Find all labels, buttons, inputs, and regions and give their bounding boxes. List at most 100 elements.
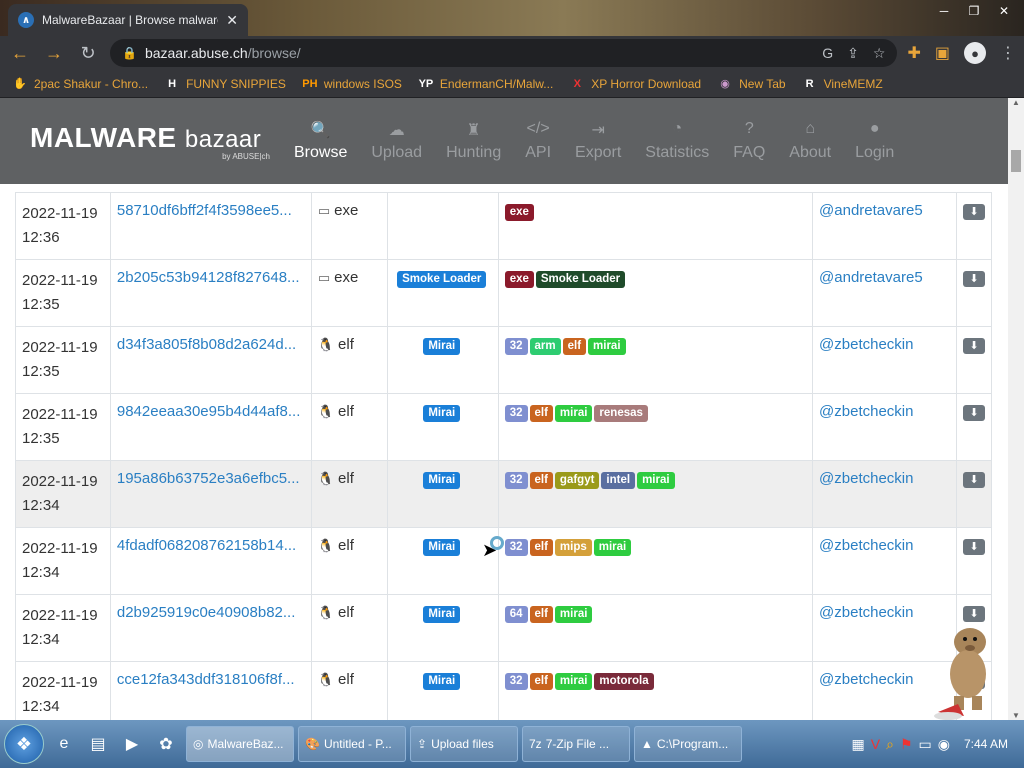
- tag-badge[interactable]: mirai: [593, 539, 632, 556]
- scroll-up-icon[interactable]: ▲: [1008, 98, 1024, 107]
- download-icon[interactable]: ⬇: [962, 405, 985, 421]
- table-row[interactable]: 2022-11-19 12:34 4fdadf068208762158b14... 🐧…: [15, 527, 993, 595]
- tag-badge[interactable]: 32: [504, 405, 528, 422]
- tag-badge[interactable]: exe: [504, 271, 534, 288]
- taskbar-task[interactable]: ▲ C:\Program...: [634, 726, 742, 762]
- signature-badge[interactable]: Mirai: [423, 539, 461, 556]
- bookmark-item[interactable]: YP EndermanCH/Malw...: [418, 76, 554, 92]
- share-icon[interactable]: ⇪: [847, 45, 859, 62]
- reporter-link[interactable]: @zbetcheckin: [819, 470, 913, 487]
- close-icon[interactable]: ✕: [990, 2, 1018, 20]
- tray-network-icon[interactable]: ▭: [919, 736, 932, 753]
- explorer-folder-icon[interactable]: ▤: [84, 730, 112, 758]
- taskbar-task[interactable]: ⇪ Upload files: [410, 726, 518, 762]
- ie-icon[interactable]: e: [50, 730, 78, 758]
- back-icon[interactable]: ←: [8, 43, 32, 64]
- tag-badge[interactable]: 64: [504, 606, 528, 623]
- bookmark-item[interactable]: PH windows ISOS: [302, 76, 402, 92]
- bookmark-item[interactable]: ✋ 2pac Shakur - Chro...: [12, 76, 148, 92]
- tag-badge[interactable]: elf: [529, 472, 553, 489]
- reporter-link[interactable]: @andretavare5: [819, 202, 923, 219]
- sha256-link[interactable]: 58710df6bff2f4f3598ee5...: [117, 202, 292, 219]
- profile-avatar-icon[interactable]: ●: [964, 42, 986, 64]
- table-row[interactable]: 2022-11-19 12:35 9842eeaa30e95b4d44af8... 🐧…: [15, 393, 993, 461]
- site-logo[interactable]: MALWARE bazaar by ABUSE|ch: [0, 122, 282, 161]
- tag-badge[interactable]: 32: [504, 472, 528, 489]
- taskbar-task[interactable]: ◎ MalwareBaz...: [186, 726, 294, 762]
- nav-item-faq[interactable]: ? FAQ: [721, 120, 777, 162]
- table-row[interactable]: 2022-11-19 12:35 d34f3a805f8b08d2a624d... 🐧…: [15, 326, 993, 394]
- tag-badge[interactable]: motorola: [594, 673, 654, 690]
- tag-badge[interactable]: elf: [529, 539, 553, 556]
- loading-icon[interactable]: ↻: [76, 43, 100, 64]
- bookmark-item[interactable]: ◉ New Tab: [717, 76, 785, 92]
- browser-tab[interactable]: ∧ MalwareBazaar | Browse malware ✕: [8, 4, 248, 36]
- sha256-link[interactable]: 2b205c53b94128f827648...: [117, 269, 300, 286]
- bookmark-item[interactable]: X XP Horror Download: [569, 76, 702, 92]
- page-scrollbar[interactable]: ▲ ▼: [1008, 98, 1024, 720]
- tag-badge[interactable]: exe: [504, 204, 534, 221]
- taskbar-task[interactable]: 7z 7-Zip File ...: [522, 726, 630, 762]
- signature-badge[interactable]: Mirai: [423, 338, 461, 355]
- download-icon[interactable]: ⬇: [962, 539, 985, 555]
- sha256-link[interactable]: 9842eeaa30e95b4d44af8...: [117, 403, 301, 420]
- tag-badge[interactable]: 32: [504, 338, 528, 355]
- tray-volume-icon[interactable]: ◉: [938, 736, 950, 753]
- tag-badge[interactable]: elf: [562, 338, 587, 355]
- menu-icon[interactable]: ⋮: [1000, 43, 1016, 63]
- nav-item-upload[interactable]: ☁ Upload: [359, 120, 434, 162]
- tag-badge[interactable]: mirai: [554, 405, 593, 422]
- signature-badge[interactable]: Mirai: [423, 405, 461, 422]
- table-row[interactable]: 2022-11-19 12:36 58710df6bff2f4f3598ee5...…: [15, 192, 993, 260]
- tag-badge[interactable]: Smoke Loader: [535, 271, 626, 288]
- taskbar-clock[interactable]: 7:44 AM: [956, 737, 1020, 751]
- tray-flag-icon[interactable]: ⚑: [900, 736, 913, 753]
- google-icon[interactable]: G: [822, 45, 833, 62]
- tray-v-icon[interactable]: V: [871, 736, 880, 752]
- signature-badge[interactable]: Mirai: [423, 472, 461, 489]
- tag-badge[interactable]: mirai: [554, 673, 593, 690]
- download-icon[interactable]: ⬇: [962, 338, 985, 354]
- restore-icon[interactable]: ❐: [960, 2, 988, 20]
- tag-badge[interactable]: arm: [529, 338, 561, 355]
- signature-badge[interactable]: Smoke Loader: [397, 271, 487, 288]
- tag-badge[interactable]: elf: [529, 673, 553, 690]
- tab-close-icon[interactable]: ✕: [226, 12, 238, 29]
- reporter-link[interactable]: @zbetcheckin: [819, 604, 913, 621]
- signature-badge[interactable]: Mirai: [423, 673, 461, 690]
- star-icon[interactable]: ☆: [873, 45, 886, 62]
- bookmark-item[interactable]: R VineMEMZ: [802, 76, 883, 92]
- nav-item-hunting[interactable]: ♜ Hunting: [434, 120, 513, 162]
- download-icon[interactable]: ⬇: [962, 271, 985, 287]
- sidepanel-icon[interactable]: ▣: [935, 43, 950, 63]
- reporter-link[interactable]: @zbetcheckin: [819, 537, 913, 554]
- tag-badge[interactable]: mirai: [554, 606, 593, 623]
- scrollbar-thumb[interactable]: [1011, 150, 1021, 172]
- paint-quick-icon[interactable]: ✿: [152, 730, 180, 758]
- tag-badge[interactable]: 32: [504, 539, 528, 556]
- tray-search-icon[interactable]: ⌕: [886, 736, 894, 753]
- sha256-link[interactable]: d34f3a805f8b08d2a624d...: [117, 336, 296, 353]
- tag-badge[interactable]: elf: [529, 606, 553, 623]
- start-button-icon[interactable]: ❖: [4, 724, 44, 764]
- table-row[interactable]: 2022-11-19 12:34 cce12fa343ddf318106f8f...…: [15, 661, 993, 720]
- reporter-link[interactable]: @zbetcheckin: [819, 671, 913, 688]
- tag-badge[interactable]: elf: [529, 405, 553, 422]
- reporter-link[interactable]: @zbetcheckin: [819, 403, 913, 420]
- extensions-icon[interactable]: ✚: [907, 43, 920, 63]
- sha256-link[interactable]: cce12fa343ddf318106f8f...: [117, 671, 295, 688]
- tag-badge[interactable]: gafgyt: [554, 472, 600, 489]
- bookmark-item[interactable]: H FUNNY SNIPPIES: [164, 76, 286, 92]
- sha256-link[interactable]: 4fdadf068208762158b14...: [117, 537, 296, 554]
- nav-item-login[interactable]: ● Login: [843, 120, 906, 162]
- tag-badge[interactable]: mirai: [588, 338, 626, 355]
- download-icon[interactable]: ⬇: [962, 472, 985, 488]
- table-row[interactable]: 2022-11-19 12:35 2b205c53b94128f827648... ▭…: [15, 259, 993, 327]
- table-row[interactable]: 2022-11-19 12:34 195a86b63752e3a6efbc5... 🐧…: [15, 460, 993, 528]
- nav-item-about[interactable]: ⌂ About: [777, 120, 843, 162]
- sha256-link[interactable]: d2b925919c0e40908b82...: [117, 604, 296, 621]
- tray-app-icon[interactable]: ▦: [852, 736, 865, 753]
- sha256-link[interactable]: 195a86b63752e3a6efbc5...: [117, 470, 300, 487]
- media-player-icon[interactable]: ▶: [118, 730, 146, 758]
- tag-badge[interactable]: mirai: [637, 472, 675, 489]
